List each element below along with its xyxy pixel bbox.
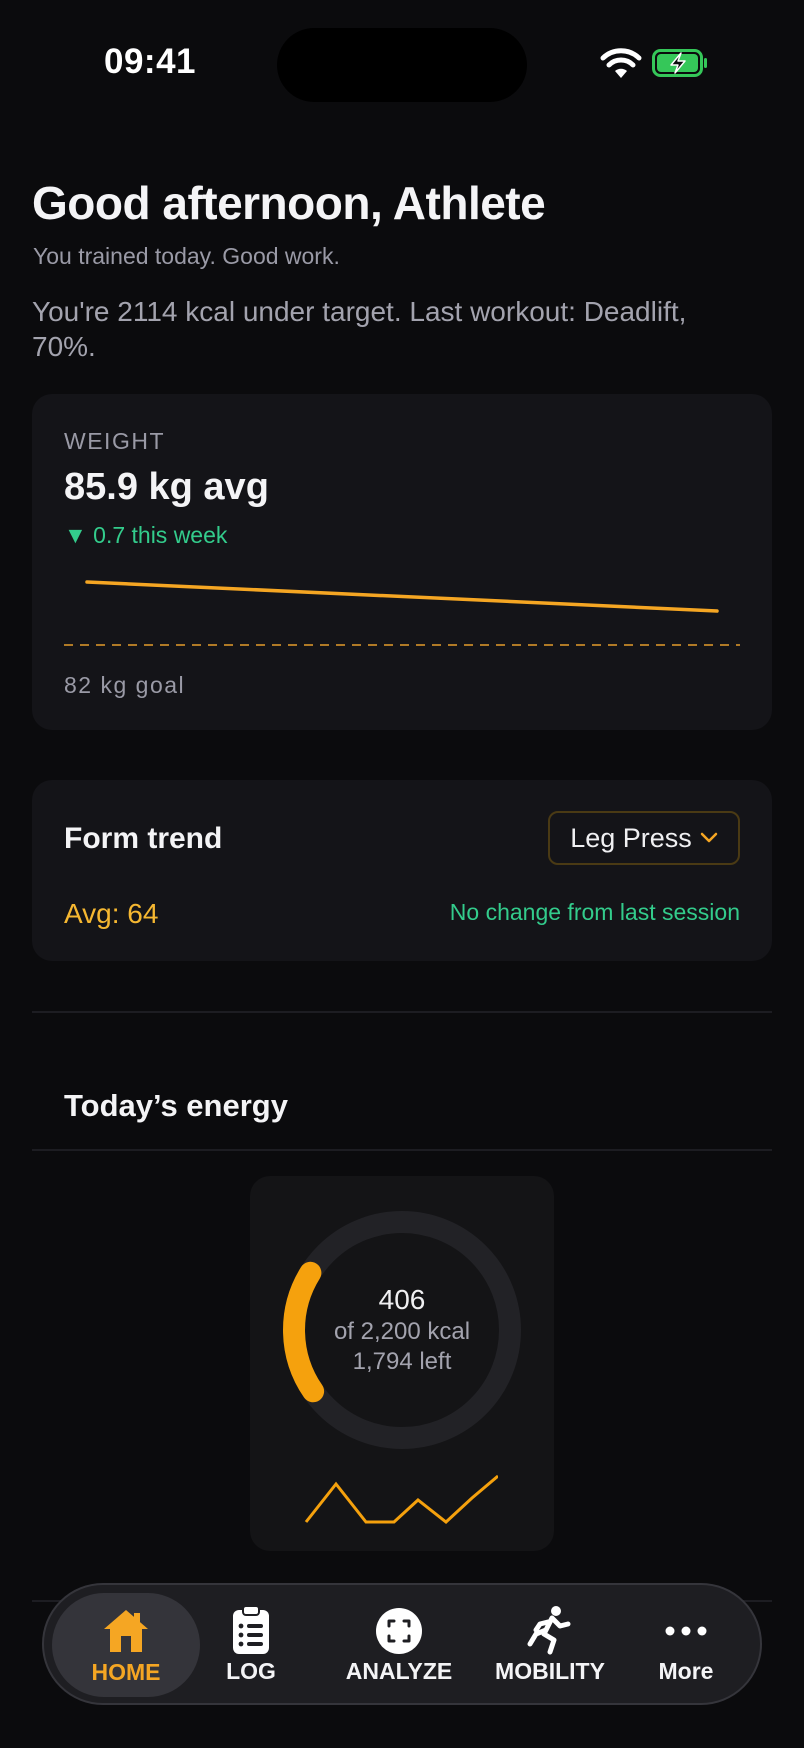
dynamic-island (277, 28, 527, 102)
weight-label: WEIGHT (64, 428, 165, 454)
energy-card[interactable]: 406 of 2,200 kcal 1,794 left (250, 1176, 554, 1551)
tab-bar: HOME LOG ANALYZE MOBILITY More (42, 1583, 762, 1705)
weight-card[interactable]: WEIGHT 85.9 kg avg ▼ 0.7 this week 82 kg… (32, 394, 772, 730)
tab-log[interactable]: LOG (206, 1585, 296, 1703)
more-dots-icon (665, 1626, 707, 1635)
exercise-select-value: Leg Press (570, 822, 692, 853)
tab-home-label: HOME (91, 1658, 161, 1685)
form-trend-title: Form trend (64, 822, 223, 855)
daily-summary-text: You're 2114 kcal under target. Last work… (32, 296, 687, 362)
form-average: Avg: 64 (64, 898, 159, 929)
tab-mobility-label: MOBILITY (495, 1657, 605, 1684)
chevron-down-icon (700, 832, 718, 843)
weight-trend-chart (64, 580, 740, 646)
exercise-select[interactable]: Leg Press (548, 811, 740, 865)
energy-section-title: Today’s energy (64, 1088, 288, 1123)
tab-home[interactable]: HOME (52, 1593, 200, 1697)
home-icon (104, 1609, 148, 1652)
energy-remaining: 1,794 left (352, 1348, 452, 1375)
energy-target: of 2,200 kcal (333, 1318, 471, 1345)
tab-mobility[interactable]: MOBILITY (480, 1585, 620, 1703)
form-trend-card: Form trend Leg Press Avg: 64 No change f… (32, 780, 772, 961)
section-divider (32, 1149, 772, 1151)
weight-weekly-change: ▼ 0.7 this week (64, 522, 228, 548)
greeting-title: Good afternoon, Athlete (32, 177, 546, 229)
weight-trend-line (85, 580, 719, 613)
tab-more-label: More (658, 1657, 714, 1684)
tab-analyze-label: ANALYZE (345, 1657, 453, 1684)
form-change-text: No change from last session (449, 899, 740, 925)
status-bar: 09:41 (0, 0, 804, 130)
wifi-icon (600, 48, 642, 78)
scan-icon (376, 1607, 422, 1654)
energy-ring-text: 406 of 2,200 kcal 1,794 left (280, 1208, 524, 1452)
weight-average-value: 85.9 kg avg (64, 466, 269, 508)
energy-consumed: 406 (378, 1284, 426, 1315)
training-status-text: You trained today. Good work. (33, 243, 340, 269)
status-time: 09:41 (104, 42, 197, 81)
energy-sparkline (304, 1474, 498, 1524)
running-person-icon (527, 1605, 571, 1654)
tab-analyze[interactable]: ANALYZE (334, 1585, 464, 1703)
clipboard-icon (233, 1604, 269, 1654)
tab-log-label: LOG (226, 1657, 276, 1684)
section-divider (32, 1011, 772, 1013)
tab-more[interactable]: More (634, 1585, 738, 1703)
battery-charging-icon (652, 49, 707, 77)
weight-goal-label: 82 kg goal (64, 672, 186, 698)
